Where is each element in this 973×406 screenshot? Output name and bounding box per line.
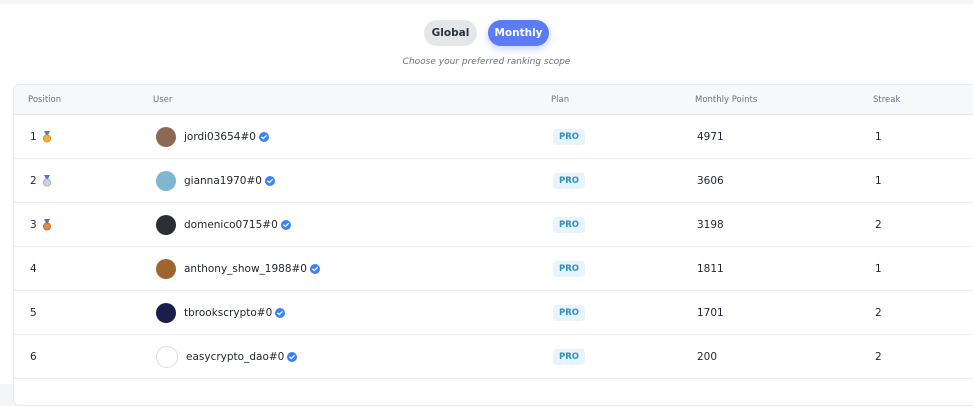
table-row[interactable]: 6 easycrypto_dao#0 PRO 200 2	[14, 335, 973, 379]
header-streak[interactable]: Streak	[873, 95, 900, 105]
streak-value: 2	[875, 218, 882, 231]
position-cell: 3	[30, 203, 52, 246]
username[interactable]: easycrypto_dao#0	[186, 351, 284, 363]
position-value: 1	[30, 130, 37, 143]
streak-value: 1	[875, 130, 882, 143]
avatar	[156, 345, 178, 368]
avatar	[156, 302, 176, 323]
user-cell[interactable]: domenico0715#0	[156, 203, 291, 246]
global-scope-button[interactable]: Global	[424, 20, 477, 46]
plan-cell: PRO	[553, 115, 586, 158]
bronze-medal-icon	[42, 218, 51, 230]
username[interactable]: gianna1970#0	[184, 175, 262, 187]
monthly-points-value: 200	[697, 350, 718, 363]
table-row[interactable]: 3 domenico0715#0 PRO 3198 2	[14, 203, 973, 247]
user-cell[interactable]: easycrypto_dao#0	[156, 335, 298, 378]
verified-check-icon	[310, 263, 320, 274]
verified-check-icon	[287, 351, 298, 362]
position-cell: 4	[30, 247, 37, 290]
plan-badge: PRO	[553, 216, 586, 233]
position-cell: 5	[30, 291, 37, 334]
position-value: 2	[30, 174, 37, 187]
user-cell[interactable]: gianna1970#0	[156, 159, 275, 202]
streak-value: 2	[875, 350, 882, 363]
header-monthly-points[interactable]: Monthly Points	[695, 95, 757, 105]
user-cell[interactable]: tbrookscrypto#0	[156, 291, 286, 334]
table-row[interactable]: 5 tbrookscrypto#0 PRO 1701 2	[14, 291, 973, 335]
username[interactable]: anthony_show_1988#0	[184, 263, 307, 275]
user-cell[interactable]: anthony_show_1988#0	[156, 247, 320, 290]
table-header: Position User Plan Monthly Points Streak	[14, 85, 973, 115]
plan-badge: PRO	[553, 348, 586, 365]
table-row[interactable]: 1 jordi03654#0 PRO 4971 1	[14, 115, 973, 159]
plan-badge: PRO	[553, 172, 586, 189]
username[interactable]: domenico0715#0	[184, 219, 278, 231]
monthly-points-value: 4971	[697, 130, 724, 143]
leaderboard-card: Global Monthly Choose your preferred ran…	[0, 4, 973, 406]
silver-medal-icon	[42, 174, 51, 186]
monthly-scope-button[interactable]: Monthly	[488, 20, 549, 46]
plan-badge: PRO	[553, 260, 586, 277]
monthly-points-value: 3198	[697, 218, 724, 231]
table-row[interactable]: 2 gianna1970#0 PRO 3606 1	[14, 159, 973, 203]
plan-cell: PRO	[553, 203, 586, 246]
username[interactable]: jordi03654#0	[184, 131, 256, 143]
leaderboard-table: Position User Plan Monthly Points Streak…	[13, 84, 973, 406]
verified-check-icon	[275, 307, 286, 318]
streak-value: 1	[875, 174, 882, 187]
streak-value: 2	[875, 306, 882, 319]
monthly-points-value: 1701	[697, 306, 724, 319]
position-value: 3	[30, 218, 37, 231]
plan-badge: PRO	[553, 128, 586, 145]
table-body: 1 jordi03654#0 PRO 4971 1 2 gianna1970#0 PRO 360…	[14, 115, 973, 379]
header-plan[interactable]: Plan	[551, 95, 569, 105]
plan-cell: PRO	[553, 335, 586, 378]
gold-medal-icon	[42, 130, 51, 142]
avatar	[156, 258, 176, 279]
streak-value: 1	[875, 262, 882, 275]
monthly-points-value: 1811	[697, 262, 724, 275]
position-value: 5	[30, 306, 37, 319]
monthly-points-value: 3606	[697, 174, 724, 187]
username[interactable]: tbrookscrypto#0	[184, 307, 272, 319]
user-cell[interactable]: jordi03654#0	[156, 115, 269, 158]
position-cell: 1	[30, 115, 52, 158]
plan-cell: PRO	[553, 291, 586, 334]
header-user[interactable]: User	[153, 95, 172, 105]
avatar	[156, 214, 176, 235]
plan-badge: PRO	[553, 304, 586, 321]
verified-check-icon	[264, 175, 275, 186]
verified-check-icon	[280, 219, 291, 230]
position-value: 4	[30, 262, 37, 275]
verified-check-icon	[258, 131, 269, 142]
avatar	[156, 126, 176, 147]
position-cell: 2	[30, 159, 52, 202]
avatar	[156, 170, 176, 191]
position-value: 6	[30, 350, 37, 363]
table-row[interactable]: 4 anthony_show_1988#0 PRO 1811 1	[14, 247, 973, 291]
plan-cell: PRO	[553, 159, 586, 202]
scope-hint: Choose your preferred ranking scope	[402, 57, 571, 67]
header-position[interactable]: Position	[28, 95, 61, 105]
position-cell: 6	[30, 335, 37, 378]
plan-cell: PRO	[553, 247, 586, 290]
ranking-scope-toggle: Global Monthly	[0, 20, 973, 46]
